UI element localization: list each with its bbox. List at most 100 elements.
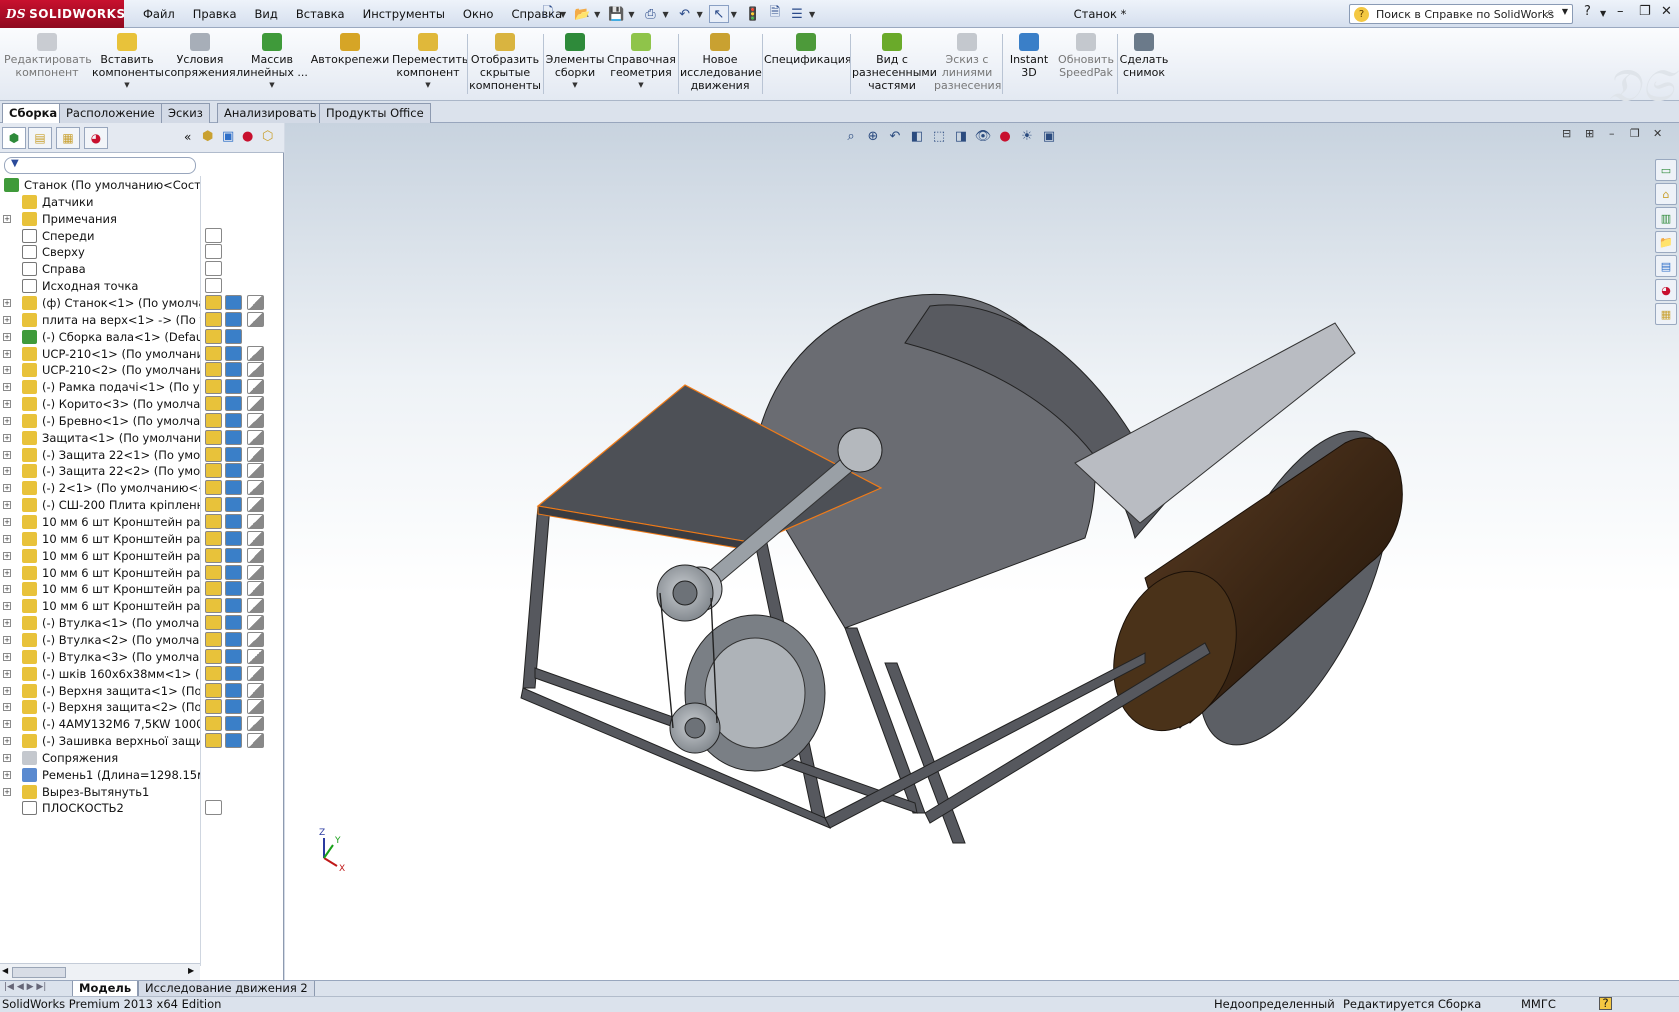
menu-edit[interactable]: Правка: [184, 7, 246, 21]
display-state-icon[interactable]: [225, 716, 242, 732]
visibility-state-icon[interactable]: [205, 514, 222, 529]
tree-item[interactable]: + UCP-210<2> (По умолчанию: [0, 361, 200, 379]
display-state-icon[interactable]: [225, 733, 242, 749]
expand-icon[interactable]: +: [3, 416, 11, 425]
tree-item[interactable]: + (-) Бревно<1> (По умолчани: [0, 412, 200, 430]
scroll-left-icon[interactable]: ◀: [2, 966, 8, 975]
display-state-icon[interactable]: [225, 581, 242, 597]
chevron-down-icon[interactable]: ▼: [607, 79, 675, 92]
menu-file[interactable]: Файл: [134, 7, 184, 21]
tab-sketch[interactable]: Эскиз: [161, 103, 210, 123]
visibility-state-icon[interactable]: [205, 396, 222, 412]
open-folder-icon[interactable]: 📂: [572, 5, 592, 23]
select-dropdown-icon[interactable]: ▼: [731, 10, 737, 19]
appearance-state-icon[interactable]: [247, 463, 264, 479]
appearance-state-icon[interactable]: [247, 311, 264, 327]
move-component-button[interactable]: Переместить компонент ▼: [392, 30, 468, 92]
display-state-icon[interactable]: [225, 648, 242, 664]
print-icon[interactable]: ⎙: [640, 5, 660, 23]
expand-icon[interactable]: +: [3, 619, 11, 628]
expand-icon[interactable]: +: [3, 383, 11, 392]
visibility-state-icon[interactable]: [205, 463, 222, 479]
tree-item[interactable]: Датчики: [0, 193, 200, 211]
visibility-state-icon[interactable]: [205, 227, 222, 243]
appearance-state-icon[interactable]: [247, 547, 264, 563]
tree-item[interactable]: Справа: [0, 260, 200, 278]
visibility-state-icon[interactable]: [205, 497, 222, 513]
tab-nav-arrows-icon[interactable]: |◀ ◀ ▶ ▶|: [4, 982, 46, 992]
help-dropdown-icon[interactable]: ▼: [1600, 9, 1606, 18]
new-dropdown-icon[interactable]: ▼: [560, 10, 566, 19]
tree-item[interactable]: +10 мм 6 шт Кронштейн рамк: [0, 597, 200, 615]
displaymanager-icon[interactable]: ◕: [84, 127, 108, 149]
options-dropdown-icon[interactable]: ▼: [809, 10, 815, 19]
tree-item[interactable]: + Вырез-Вытянуть1: [0, 783, 200, 801]
tree-item[interactable]: + (-) Зашивка верхньої защит: [0, 732, 200, 750]
display-state-icon[interactable]: [225, 514, 242, 529]
visibility-state-icon[interactable]: [205, 244, 222, 260]
tree-item[interactable]: +10 мм 6 шт Кронштейн рамк: [0, 580, 200, 598]
tree-root-assembly[interactable]: Станок (По умолчанию<Состо: [0, 176, 200, 194]
chevron-down-icon[interactable]: ▼: [236, 79, 308, 92]
appearance-state-icon[interactable]: [247, 429, 264, 445]
visibility-state-icon[interactable]: [205, 362, 222, 378]
appearance-state-icon[interactable]: [247, 615, 264, 631]
configurationmanager-icon[interactable]: ▦: [56, 127, 80, 149]
expand-icon[interactable]: +: [3, 214, 11, 223]
visibility-state-icon[interactable]: [205, 648, 222, 664]
appearance-state-icon[interactable]: [247, 581, 264, 597]
expand-icon[interactable]: +: [3, 534, 11, 543]
minimize-button[interactable]: –: [1617, 4, 1624, 19]
mate-button[interactable]: Условия сопряжения: [164, 30, 236, 79]
help-search-input[interactable]: ? Поиск в Справке по SolidWorks ⌕ ▼: [1349, 4, 1573, 24]
explode-line-sketch-button[interactable]: Эскиз с линиями разнесения: [934, 30, 1001, 92]
appearance-state-icon[interactable]: [247, 716, 264, 732]
appearance-state-icon[interactable]: [247, 480, 264, 496]
tree-item[interactable]: + (-) Втулка<3> (По умолчани: [0, 648, 200, 666]
featuremanager-tree-icon[interactable]: ⬢: [2, 127, 26, 149]
expand-icon[interactable]: +: [3, 366, 11, 375]
hide-show-items-icon[interactable]: ⬢: [202, 129, 213, 144]
scroll-right-icon[interactable]: ▶: [188, 966, 194, 975]
reference-geometry-button[interactable]: Справочная геометрия ▼: [607, 30, 676, 92]
undo-dropdown-icon[interactable]: ▼: [697, 10, 703, 19]
tree-item[interactable]: +10 мм 6 шт Кронштейн рамк: [0, 530, 200, 548]
expand-icon[interactable]: +: [3, 518, 11, 526]
visibility-state-icon[interactable]: [205, 699, 222, 715]
expand-icon[interactable]: +: [3, 602, 11, 611]
display-state-icon[interactable]: [225, 311, 242, 327]
chevron-down-icon[interactable]: ▼: [545, 79, 605, 92]
expand-icon[interactable]: +: [3, 501, 11, 510]
tree-item[interactable]: Спереди: [0, 227, 200, 245]
tree-item[interactable]: + Примечания: [0, 210, 200, 228]
expand-icon[interactable]: +: [3, 400, 11, 409]
tree-item[interactable]: + Сопряжения: [0, 749, 200, 767]
display-state-icon[interactable]: [225, 530, 242, 546]
visibility-state-icon[interactable]: [205, 547, 222, 563]
visibility-state-icon[interactable]: [205, 598, 222, 614]
visibility-state-icon[interactable]: [205, 581, 222, 597]
display-state-icon[interactable]: [225, 429, 242, 445]
tree-item[interactable]: ПЛОСКОСТЬ2: [0, 799, 200, 817]
visibility-state-icon[interactable]: [205, 564, 222, 580]
tree-item[interactable]: + (-) Защита 22<2> (По умолч: [0, 462, 200, 480]
graphics-area[interactable]: ⌕ ⊕ ↶ ◧ ⬚ ◨ 👁 ● ☀ ▣ ⊟ ⊞ – ❐ ✕ ▭ ⌂ ▥ 📁 ▤ …: [285, 123, 1679, 980]
collapse-pane-icon[interactable]: «: [184, 130, 191, 144]
appearance-state-icon[interactable]: [247, 379, 264, 395]
tree-item[interactable]: +10 мм 6 шт Кронштейн рамк: [0, 513, 200, 531]
visibility-state-icon[interactable]: [205, 446, 222, 462]
tree-item[interactable]: +10 мм 6 шт Кронштейн рамк: [0, 564, 200, 582]
visibility-state-icon[interactable]: [205, 412, 222, 428]
visibility-state-icon[interactable]: [205, 294, 222, 310]
visibility-state-icon[interactable]: [205, 261, 222, 277]
expand-icon[interactable]: +: [3, 652, 11, 661]
unit-system[interactable]: ММГС: [1521, 997, 1556, 1012]
expand-icon[interactable]: +: [3, 669, 11, 678]
visibility-state-icon[interactable]: [205, 530, 222, 546]
more-columns-icon[interactable]: ⬡: [262, 129, 273, 144]
tree-item[interactable]: +10 мм 6 шт Кронштейн рамк: [0, 547, 200, 565]
display-state-icon[interactable]: [225, 412, 242, 428]
new-document-icon[interactable]: 🗋: [538, 5, 558, 23]
menu-window[interactable]: Окно: [454, 7, 503, 21]
assembly-model[interactable]: Z Y X: [285, 123, 1679, 980]
